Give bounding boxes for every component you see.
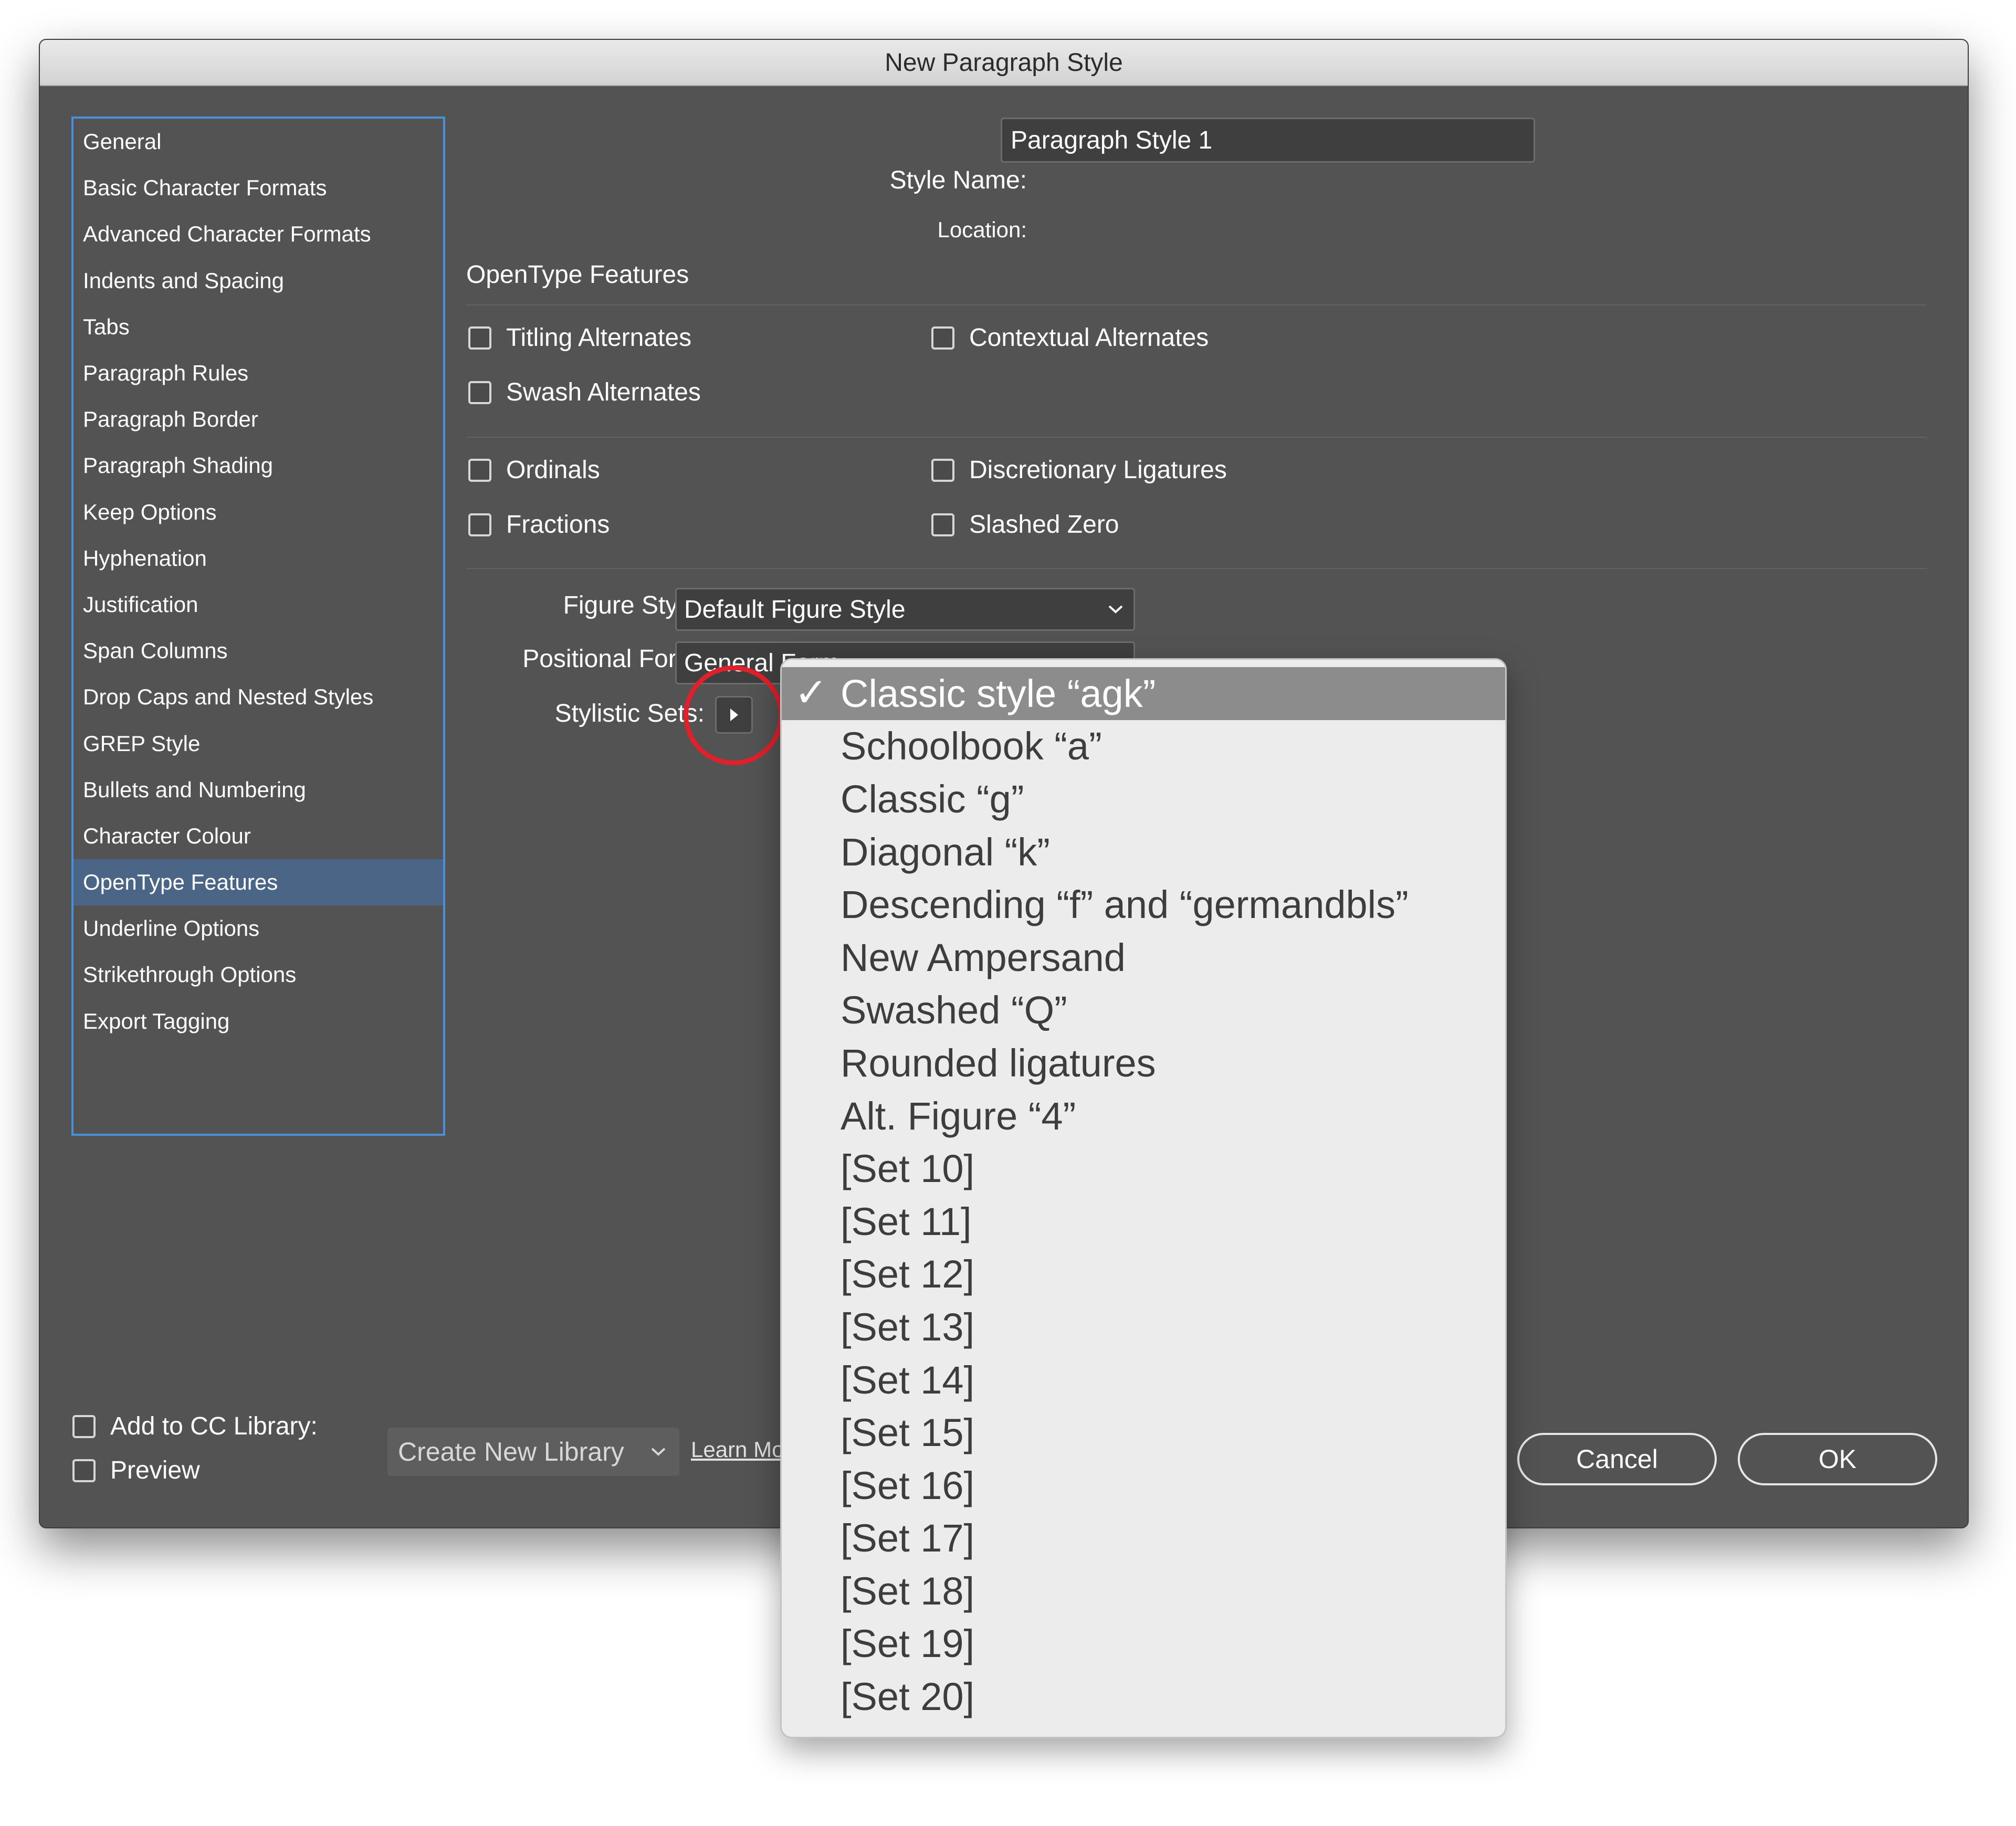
window-titlebar[interactable]: New Paragraph Style — [40, 40, 1968, 86]
figure-style-label: Figure Style: — [563, 592, 705, 619]
style-name-label: Style Name: — [889, 166, 1027, 194]
sidebar-item-paragraph-rules[interactable]: Paragraph Rules — [74, 350, 443, 396]
titling-alternates-checkbox[interactable] — [468, 326, 491, 350]
discretionary-ligatures-row[interactable]: Discretionary Ligatures — [931, 456, 1227, 484]
menu-item-set-19[interactable]: [Set 19] — [782, 1618, 1505, 1671]
sidebar-item-keep-options[interactable]: Keep Options — [74, 489, 443, 535]
figure-style-dropdown[interactable]: Default Figure Style — [675, 588, 1135, 631]
sidebar-item-grep-style[interactable]: GREP Style — [74, 720, 443, 766]
menu-item-descending-f-germandbls[interactable]: Descending “f” and “germandbls” — [782, 878, 1505, 931]
menu-item-set-17[interactable]: [Set 17] — [782, 1512, 1505, 1565]
menu-item-label: Classic style “agk” — [841, 671, 1156, 715]
sidebar-item-character-colour[interactable]: Character Colour — [74, 813, 443, 859]
ordinals-row[interactable]: Ordinals — [468, 456, 600, 484]
sidebar-item-tabs[interactable]: Tabs — [74, 304, 443, 350]
menu-item-diagonal-k[interactable]: Diagonal “k” — [782, 826, 1505, 879]
menu-item-set-18[interactable]: [Set 18] — [782, 1565, 1505, 1618]
menu-item-set-20[interactable]: [Set 20] — [782, 1670, 1505, 1723]
highlight-circle — [684, 666, 783, 765]
titling-alternates-label: Titling Alternates — [506, 324, 692, 352]
sidebar-item-opentype-features[interactable]: OpenType Features — [74, 859, 443, 906]
contextual-alternates-checkbox[interactable] — [931, 326, 954, 350]
fractions-label: Fractions — [506, 511, 610, 539]
sidebar-item-basic-character-formats[interactable]: Basic Character Formats — [74, 165, 443, 211]
menu-item-rounded-ligatures[interactable]: Rounded ligatures — [782, 1037, 1505, 1090]
stylistic-sets-menu[interactable]: ✓ Classic style “agk” Schoolbook “a” Cla… — [780, 658, 1507, 1738]
features-divider-2 — [466, 568, 1927, 569]
menu-item-set-14[interactable]: [Set 14] — [782, 1354, 1505, 1407]
section-title: OpenType Features — [466, 261, 689, 289]
sidebar-item-general[interactable]: General — [74, 119, 443, 165]
menu-item-set-13[interactable]: [Set 13] — [782, 1301, 1505, 1354]
menu-item-schoolbook-a[interactable]: Schoolbook “a” — [782, 720, 1505, 773]
sidebar-item-paragraph-shading[interactable]: Paragraph Shading — [74, 442, 443, 489]
ordinals-label: Ordinals — [506, 456, 600, 484]
cancel-button[interactable]: Cancel — [1517, 1433, 1717, 1485]
menu-item-classic-g[interactable]: Classic “g” — [782, 773, 1505, 826]
sidebar-item-indents-and-spacing[interactable]: Indents and Spacing — [74, 258, 443, 304]
swash-alternates-label: Swash Alternates — [506, 378, 701, 406]
contextual-alternates-row[interactable]: Contextual Alternates — [931, 323, 1209, 352]
add-to-cc-library-label: Add to CC Library: — [110, 1412, 318, 1440]
menu-item-set-12[interactable]: [Set 12] — [782, 1248, 1505, 1301]
slashed-zero-checkbox[interactable] — [931, 513, 954, 536]
location-label: Location: — [937, 217, 1027, 242]
slashed-zero-row[interactable]: Slashed Zero — [931, 510, 1119, 539]
menu-item-set-10[interactable]: [Set 10] — [782, 1142, 1505, 1195]
swash-alternates-checkbox[interactable] — [468, 381, 491, 404]
window-title: New Paragraph Style — [885, 48, 1123, 77]
sidebar-item-justification[interactable]: Justification — [74, 582, 443, 628]
sidebar-item-export-tagging[interactable]: Export Tagging — [74, 998, 443, 1044]
sidebar-item-strikethrough-options[interactable]: Strikethrough Options — [74, 952, 443, 998]
menu-item-set-16[interactable]: [Set 16] — [782, 1459, 1505, 1512]
sidebar-item-advanced-character-formats[interactable]: Advanced Character Formats — [74, 211, 443, 257]
titling-alternates-row[interactable]: Titling Alternates — [468, 323, 691, 352]
add-to-cc-library-checkbox[interactable] — [72, 1415, 96, 1438]
library-dropdown-value: Create New Library — [398, 1437, 624, 1466]
fractions-row[interactable]: Fractions — [468, 510, 610, 539]
section-divider — [466, 304, 1927, 305]
library-dropdown[interactable]: Create New Library — [387, 1428, 679, 1476]
style-name-input[interactable]: Paragraph Style 1 — [1001, 118, 1535, 163]
sidebar-item-span-columns[interactable]: Span Columns — [74, 628, 443, 674]
chevron-down-icon — [648, 1441, 669, 1462]
add-to-cc-library-row[interactable]: Add to CC Library: — [72, 1412, 318, 1441]
chevron-down-icon — [1105, 599, 1126, 620]
preview-checkbox[interactable] — [72, 1459, 96, 1482]
sidebar-item-paragraph-border[interactable]: Paragraph Border — [74, 396, 443, 442]
figure-style-value: Default Figure Style — [684, 595, 906, 624]
ordinals-checkbox[interactable] — [468, 458, 491, 482]
sidebar-item-hyphenation[interactable]: Hyphenation — [74, 535, 443, 582]
menu-item-alt-figure-4[interactable]: Alt. Figure “4” — [782, 1090, 1505, 1143]
sidebar-item-bullets-and-numbering[interactable]: Bullets and Numbering — [74, 767, 443, 813]
sidebar-category-list[interactable]: General Basic Character Formats Advanced… — [71, 117, 445, 1136]
ok-button[interactable]: OK — [1738, 1433, 1937, 1485]
contextual-alternates-label: Contextual Alternates — [969, 324, 1209, 352]
menu-item-set-15[interactable]: [Set 15] — [782, 1406, 1505, 1459]
preview-row[interactable]: Preview — [72, 1456, 200, 1485]
preview-label: Preview — [110, 1456, 200, 1484]
fractions-checkbox[interactable] — [468, 513, 491, 536]
swash-alternates-row[interactable]: Swash Alternates — [468, 378, 701, 407]
menu-item-new-ampersand[interactable]: New Ampersand — [782, 931, 1505, 984]
features-divider-1 — [466, 437, 1927, 438]
menu-item-classic-style-agk[interactable]: ✓ Classic style “agk” — [782, 667, 1505, 720]
menu-item-set-11[interactable]: [Set 11] — [782, 1195, 1505, 1248]
discretionary-ligatures-checkbox[interactable] — [931, 458, 954, 482]
slashed-zero-label: Slashed Zero — [969, 511, 1119, 539]
sidebar-item-underline-options[interactable]: Underline Options — [74, 905, 443, 952]
positional-form-label: Positional Form: — [522, 645, 705, 673]
stylistic-sets-label: Stylistic Sets: — [554, 700, 705, 727]
checkmark-icon: ✓ — [794, 671, 828, 716]
sidebar-item-drop-caps-and-nested-styles[interactable]: Drop Caps and Nested Styles — [74, 674, 443, 720]
discretionary-ligatures-label: Discretionary Ligatures — [969, 456, 1227, 484]
menu-item-swashed-q[interactable]: Swashed “Q” — [782, 984, 1505, 1037]
